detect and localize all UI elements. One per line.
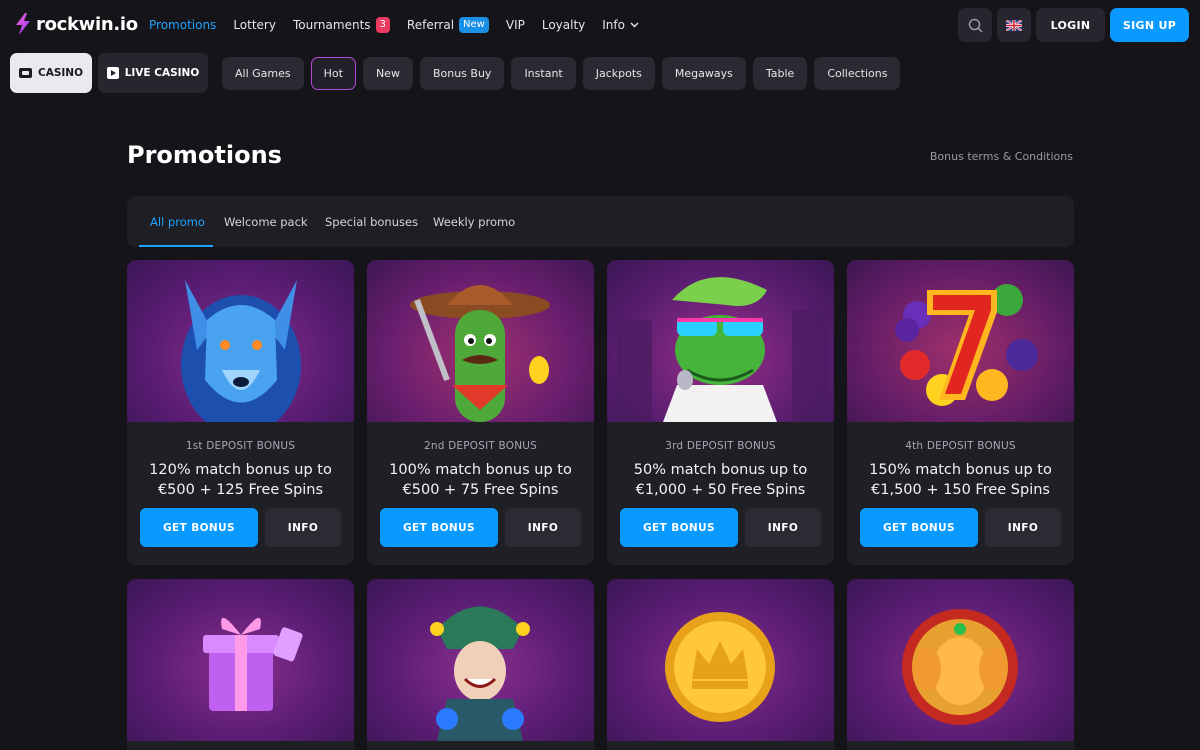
deposit-label: 1st DEPOSIT BONUS [185,440,296,452]
promo-card-1st-deposit: 1st DEPOSIT BONUS 120% match bonus up to… [127,260,354,565]
bonus-description: 150% match bonus up to €1,500 + 150 Free … [847,460,1074,500]
lightning-icon [16,13,30,35]
get-bonus-button[interactable]: GET BONUS [380,508,498,547]
page-title: Promotions [127,141,282,169]
nav-label: Info [602,18,625,32]
promo-card [607,579,834,750]
get-bonus-button[interactable]: GET BONUS [860,508,978,547]
promo-card [367,579,594,750]
bonus-line-2: €500 + 125 Free Spins [157,482,324,498]
bonus-line-2: €500 + 75 Free Spins [402,482,559,498]
casino-tab[interactable]: CASINO [10,53,92,93]
promo-card-3rd-deposit: 3rd DEPOSIT BONUS 50% match bonus up to €… [607,260,834,565]
new-badge: New [459,17,489,33]
category-jackpots[interactable]: Jackpots [582,57,655,90]
nav-label: Tournaments [292,18,371,32]
promo-card [127,579,354,750]
bonus-line-1: 100% match bonus up to [389,462,572,478]
get-bonus-button[interactable]: GET BONUS [620,508,738,547]
promo-card [847,579,1074,750]
promo-card-4th-deposit: 4th DEPOSIT BONUS 150% match bonus up to… [847,260,1074,565]
main-nav: Promotions Lottery Tournaments 3 Referral… [149,0,656,50]
category-all-games[interactable]: All Games [222,57,304,90]
uk-flag-icon [1006,19,1022,31]
category-instant[interactable]: Instant [511,57,576,90]
golden-elephant-artwork [847,579,1074,741]
category-megaways[interactable]: Megaways [661,57,746,90]
live-casino-tab[interactable]: LIVE CASINO [98,53,208,93]
lucky-seven-artwork [847,260,1074,422]
category-collections[interactable]: Collections [814,57,901,90]
live-casino-tab-label: LIVE CASINO [124,67,200,79]
active-tab-indicator [139,245,213,247]
category-table[interactable]: Table [752,57,808,90]
nav-referral[interactable]: Referral New [407,17,489,33]
game-categories: All Games Hot New Bonus Buy Instant Jack… [222,57,901,90]
nav-label: VIP [505,18,525,32]
promo-tabs: All promo Welcome pack Special bonuses W… [127,196,1074,247]
cactus-cowboy-artwork [367,260,594,422]
brand-name: rockwin.io [36,13,138,35]
search-button[interactable] [958,8,992,42]
info-button[interactable]: INFO [985,508,1061,547]
nav-label: Lottery [233,18,276,32]
nav-promotions[interactable]: Promotions [149,18,216,32]
top-navbar: rockwin.io Promotions Lottery Tournament… [0,0,1200,50]
rockstar-frog-artwork [607,260,834,422]
nav-lottery[interactable]: Lottery [233,18,276,32]
info-button[interactable]: INFO [505,508,581,547]
nav-label: Loyalty [541,18,586,32]
bonus-terms-link[interactable]: Bonus terms & Conditions [930,150,1073,163]
category-hot[interactable]: Hot [310,57,356,90]
bonus-line-2: €1,500 + 150 Free Spins [871,482,1050,498]
tab-special-bonuses[interactable]: Special bonuses [325,196,418,247]
logo[interactable]: rockwin.io [14,13,138,35]
nav-label: Referral [406,18,455,32]
deposit-label: 2nd DEPOSIT BONUS [423,440,538,452]
chevron-down-icon [630,22,639,28]
wolf-artwork [127,260,354,422]
casino-tab-label: CASINO [37,67,83,79]
info-button[interactable]: INFO [745,508,821,547]
deposit-label: 4th DEPOSIT BONUS [905,440,1016,452]
deposit-label: 3rd DEPOSIT BONUS [665,440,776,452]
search-icon [968,18,983,33]
gold-coin-artwork [607,579,834,741]
nav-vip[interactable]: VIP [506,18,525,32]
bonus-line-1: 50% match bonus up to [633,462,808,478]
get-bonus-button[interactable]: GET BONUS [140,508,258,547]
category-new[interactable]: New [362,57,413,90]
nav-tournaments[interactable]: Tournaments 3 [293,17,390,33]
promo-card-2nd-deposit: 2nd DEPOSIT BONUS 100% match bonus up to… [367,260,594,565]
category-bonus-buy[interactable]: Bonus Buy [419,57,505,90]
tab-weekly-promo[interactable]: Weekly promo [433,196,515,247]
signup-button[interactable]: SIGN UP [1110,8,1189,42]
tab-all-promo[interactable]: All promo [150,196,205,247]
bonus-line-2: €1,000 + 50 Free Spins [635,482,806,498]
gift-box-artwork [127,579,354,741]
jester-artwork [367,579,594,741]
tab-welcome-pack[interactable]: Welcome pack [224,196,308,247]
nav-loyalty[interactable]: Loyalty [542,18,585,32]
info-button[interactable]: INFO [265,508,341,547]
bonus-description: 120% match bonus up to €500 + 125 Free Sp… [127,460,354,500]
login-button[interactable]: LOGIN [1036,8,1105,42]
bonus-description: 50% match bonus up to €1,000 + 50 Free Sp… [607,460,834,500]
bonus-line-1: 150% match bonus up to [869,462,1052,478]
nav-label: Promotions [149,18,217,32]
play-icon [106,67,119,79]
language-selector[interactable] [997,8,1031,42]
casino-icon [18,68,32,78]
tournaments-count-badge: 3 [375,17,390,33]
nav-info-dropdown[interactable]: Info [602,18,639,32]
bonus-line-1: 120% match bonus up to [149,462,332,478]
bonus-description: 100% match bonus up to €500 + 75 Free Spi… [367,460,594,500]
